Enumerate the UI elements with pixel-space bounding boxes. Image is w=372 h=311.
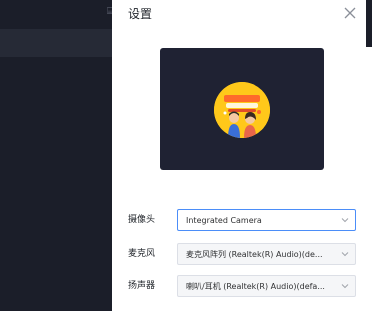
- background-app: ⌸: [0, 0, 113, 311]
- microphone-select-value: 麦克风阵列 (Realtek(R) Audio)(de...: [186, 250, 323, 259]
- chevron-down-icon: [341, 251, 349, 257]
- camera-label: 摄像头: [128, 215, 156, 225]
- speaker-label: 扬声器: [128, 281, 156, 291]
- camera-select[interactable]: Integrated Camera: [177, 209, 356, 231]
- close-icon: [344, 7, 356, 19]
- chevron-down-icon: [341, 217, 349, 223]
- microphone-select[interactable]: 麦克风阵列 (Realtek(R) Audio)(de...: [177, 243, 356, 265]
- background-selected-row: [0, 29, 112, 57]
- background-right-strip-dark: [366, 0, 372, 47]
- close-button[interactable]: [342, 5, 358, 21]
- user-avatar: [214, 82, 270, 138]
- camera-preview: [160, 48, 324, 170]
- chevron-down-icon: [341, 283, 349, 289]
- avatar-illustration-icon: [214, 82, 270, 138]
- background-right-strip: [366, 0, 372, 311]
- speaker-select[interactable]: 喇叭/耳机 (Realtek(R) Audio)(defa...: [177, 275, 356, 297]
- drawer-title: 设置: [128, 7, 153, 21]
- settings-drawer: 设置 摄像头 Integrated Camera 麦克风 麦克风阵列 (Real…: [112, 0, 366, 311]
- speaker-select-value: 喇叭/耳机 (Realtek(R) Audio)(defa...: [186, 282, 325, 291]
- camera-select-value: Integrated Camera: [186, 216, 262, 225]
- microphone-label: 麦克风: [128, 249, 156, 259]
